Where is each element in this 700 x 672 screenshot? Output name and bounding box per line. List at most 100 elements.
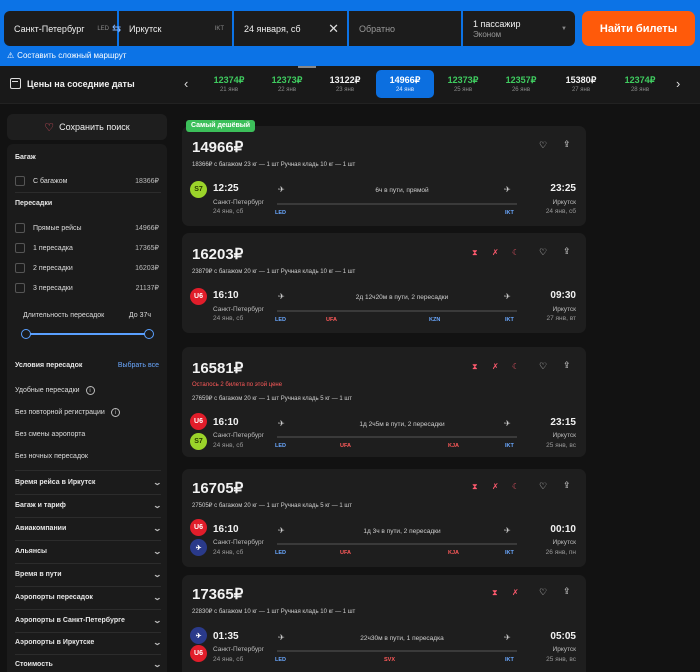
heart-icon[interactable]: ♡: [539, 140, 547, 151]
heart-icon[interactable]: ♡: [539, 481, 547, 492]
baggage-info: 22830₽ с багажом 10 кг — 1 шт Ручная кла…: [192, 609, 356, 615]
return-date-field[interactable]: Обратно: [349, 11, 461, 46]
share-icon[interactable]: ⇪: [563, 586, 571, 597]
transfer-option-row[interactable]: Прямые рейсы 14966₽: [15, 223, 159, 233]
ticket-card[interactable]: 16203₽ ⧗ ✗ ☾ ♡ ⇪ 23879₽ с багажом 20 кг …: [182, 233, 586, 333]
checkbox[interactable]: [15, 283, 25, 293]
airport-code: SVX: [384, 657, 396, 663]
ticket-card[interactable]: 16705₽ ⧗ ✗ ☾ ♡ ⇪ 27505₽ с багажом 20 кг …: [182, 469, 586, 567]
filter-accordion[interactable]: Аэропорты в Иркутске ⌄: [15, 638, 162, 647]
arrival-city: Иркутск: [552, 432, 576, 439]
condition-label: Без повторной регистрации: [15, 409, 105, 416]
ticket-card[interactable]: 14966₽ ♡ ⇪ 18366₽ с багажом 23 кг — 1 шт…: [182, 126, 586, 226]
airline-logo: S7: [190, 181, 207, 198]
date-price: 12357₽: [505, 75, 537, 85]
date-cell[interactable]: 15380₽ 27 янв: [552, 70, 610, 98]
filter-accordion[interactable]: Аэропорты пересадок ⌄: [15, 593, 162, 602]
ticket-card[interactable]: 17365₽ ⧗ ✗ ♡ ⇪ 22830₽ с багажом 10 кг — …: [182, 575, 586, 672]
date-cell[interactable]: 13122₽ 23 янв: [316, 70, 374, 98]
chevron-left-icon[interactable]: ‹: [184, 76, 188, 91]
passengers-field[interactable]: 1 пассажир Эконом ▼: [463, 11, 575, 46]
airport-code: LED: [275, 210, 286, 216]
return-placeholder: Обратно: [359, 23, 396, 34]
chevron-right-icon[interactable]: ›: [676, 76, 680, 91]
airport-code: LED: [275, 443, 286, 449]
transfer-option-row[interactable]: 1 пересадка 17365₽: [15, 243, 159, 253]
duration-slider-min-handle[interactable]: [21, 329, 31, 339]
ticket-price: 17365₽: [192, 586, 244, 603]
swap-icon[interactable]: ⇆: [112, 22, 121, 35]
clear-date-icon[interactable]: ✕: [328, 21, 339, 37]
condition-row[interactable]: Удобные пересадки i: [15, 386, 95, 395]
info-icon[interactable]: i: [110, 408, 120, 417]
checkbox[interactable]: [15, 263, 25, 273]
date-cell-selected[interactable]: 14966₽ 24 янв: [376, 70, 434, 98]
chevron-down-icon: ⌄: [152, 547, 163, 556]
takeoff-icon: ✈: [278, 419, 285, 428]
departure-time: 01:35: [213, 631, 239, 642]
date-cell[interactable]: 12374₽ 28 янв: [611, 70, 669, 98]
calendar-icon: [10, 78, 21, 89]
filter-accordion[interactable]: Авиакомпании ⌄: [15, 524, 162, 533]
date-cell[interactable]: 12357₽ 26 янв: [492, 70, 550, 98]
share-icon[interactable]: ⇪: [563, 480, 571, 491]
filter-accordion[interactable]: Время рейса в Иркутск ⌄: [15, 478, 162, 487]
departure-time: 16:10: [213, 524, 239, 535]
checkbox[interactable]: [15, 223, 25, 233]
date-price: 12373₽: [447, 75, 479, 85]
condition-row[interactable]: Без повторной регистрации i: [15, 408, 120, 417]
duration-slider-track[interactable]: [25, 333, 149, 335]
share-icon[interactable]: ⇪: [563, 139, 571, 150]
filter-accordion[interactable]: Альянсы ⌄: [15, 547, 163, 556]
ticket-card[interactable]: 16581₽ ⧗ ✗ ☾ ♡ ⇪ Осталось 2 билета по эт…: [182, 347, 586, 457]
cabin-class: Эконом: [473, 29, 502, 39]
filters-panel: Багаж С багажом 18366₽ Пересадки Прямые …: [7, 144, 167, 672]
date-cell[interactable]: 12373₽ 22 янв: [258, 70, 316, 98]
save-search-button[interactable]: ♡ Сохранить поиск: [7, 114, 167, 140]
filter-accordion[interactable]: Багаж и тариф ⌄: [15, 501, 162, 510]
select-all-link[interactable]: Выбрать все: [118, 362, 159, 369]
date-cell[interactable]: 12374₽ 21 янв: [200, 70, 258, 98]
arrival-date: 27 янв, вт: [546, 315, 577, 322]
airport-code: IKT: [505, 657, 514, 663]
cheapest-badge: Самый дешёвый: [186, 120, 256, 132]
date-cell[interactable]: 12373₽ 25 янв: [434, 70, 492, 98]
origin-field[interactable]: Санкт-Петербург LED: [4, 11, 117, 46]
checkbox[interactable]: [15, 176, 25, 186]
airline-logo: U6: [190, 645, 207, 662]
departure-date-field[interactable]: 24 января, сб ✕: [234, 11, 347, 46]
accordion-label: Аэропорты в Санкт-Петербурге: [15, 617, 125, 624]
date-day: 27 янв: [571, 87, 591, 93]
divider: [15, 654, 161, 655]
hourglass-icon: ⧗: [472, 248, 478, 257]
complex-route-link[interactable]: ⚠ Составить сложный маршрут: [7, 51, 126, 60]
filter-accordion[interactable]: Стоимость ⌄: [15, 660, 162, 669]
condition-label: Без ночных пересадок: [15, 453, 88, 460]
transfers-title: Пересадки: [15, 200, 53, 207]
find-tickets-button[interactable]: Найти билеты: [582, 11, 695, 46]
airport-code: UFA: [326, 317, 337, 323]
share-icon[interactable]: ⇪: [563, 360, 571, 371]
airport-code: IKT: [505, 550, 514, 556]
baggage-checkbox-row[interactable]: С багажом 18366₽: [15, 176, 159, 186]
date-price: 13122₽: [329, 75, 361, 85]
share-icon[interactable]: ⇪: [563, 246, 571, 257]
baggage-info: 18366₽ с багажом 23 кг — 1 шт Ручная кла…: [192, 162, 356, 168]
baggage-option-price: 18366₽: [135, 178, 159, 185]
filter-accordion[interactable]: Время в пути ⌄: [15, 570, 162, 579]
heart-icon[interactable]: ♡: [539, 361, 547, 372]
condition-row[interactable]: Без ночных пересадок: [15, 453, 88, 460]
transfer-option-row[interactable]: 3 пересадки 21137₽: [15, 283, 159, 293]
flight-duration: 1д 3ч в пути, 2 пересадки: [363, 528, 441, 535]
info-icon[interactable]: i: [85, 386, 95, 395]
departure-date: 24 янв, сб: [213, 656, 244, 663]
destination-field[interactable]: Иркутск IKT: [119, 11, 232, 46]
filter-accordion[interactable]: Аэропорты в Санкт-Петербурге ⌄: [15, 616, 162, 625]
heart-icon[interactable]: ♡: [539, 247, 547, 258]
checkbox[interactable]: [15, 243, 25, 253]
duration-slider-max-handle[interactable]: [144, 329, 154, 339]
heart-icon[interactable]: ♡: [539, 587, 547, 598]
condition-row[interactable]: Без смены аэропорта: [15, 431, 85, 438]
transfer-option-row[interactable]: 2 пересадки 16203₽: [15, 263, 159, 273]
accordion-label: Время в пути: [15, 571, 62, 578]
